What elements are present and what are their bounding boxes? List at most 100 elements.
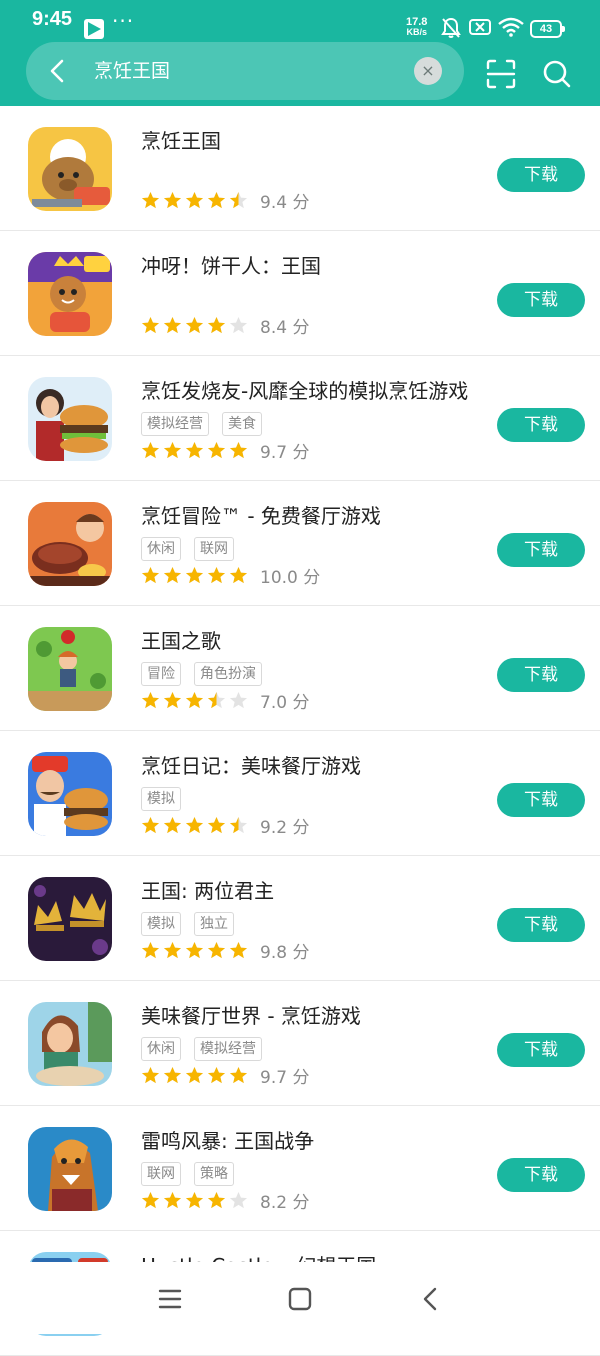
app-list-item[interactable]: 烹饪发烧友-风靡全球的模拟烹饪游戏 模拟经营 美食 9.7 分 下载 <box>0 356 600 481</box>
star-full-icon <box>185 816 204 834</box>
app-tags: 模拟 <box>141 787 181 811</box>
net-speed-unit: KB/s <box>406 27 427 37</box>
download-button[interactable]: 下载 <box>497 283 585 317</box>
download-button[interactable]: 下载 <box>497 783 585 817</box>
app-score: 9.2 分 <box>260 818 310 838</box>
app-list-item[interactable]: 美味餐厅世界 - 烹饪游戏 休闲 模拟经营 9.7 分 下载 <box>0 981 600 1106</box>
app-icon-cooking-adventure[interactable] <box>28 502 112 586</box>
star-full-icon <box>207 566 226 584</box>
app-title[interactable]: 王国之歌 <box>141 625 221 654</box>
app-title[interactable]: 烹饪日记：美味餐厅游戏 <box>141 750 361 779</box>
app-score: 10.0 分 <box>260 568 321 588</box>
back-icon[interactable] <box>46 58 70 84</box>
star-full-icon <box>229 441 248 459</box>
app-list-item[interactable]: 冲呀！饼干人：王国 8.4 分 下载 <box>0 231 600 356</box>
app-tag: 休闲 <box>141 537 181 561</box>
download-button[interactable]: 下载 <box>497 908 585 942</box>
star-full-icon <box>141 441 160 459</box>
star-full-icon <box>207 441 226 459</box>
star-rating <box>141 191 248 210</box>
star-empty-icon <box>229 691 248 709</box>
download-button[interactable]: 下载 <box>497 1158 585 1192</box>
star-empty-icon <box>229 1191 248 1209</box>
app-tag: 休闲 <box>141 1037 181 1061</box>
download-button[interactable]: 下载 <box>497 408 585 442</box>
star-full-icon <box>229 941 248 959</box>
app-list-item[interactable]: 烹饪日记：美味餐厅游戏 模拟 9.2 分 下载 <box>0 731 600 856</box>
download-button[interactable]: 下载 <box>497 1033 585 1067</box>
star-full-icon <box>163 1066 182 1084</box>
app-icon-cookie-run-kingdom[interactable] <box>28 252 112 336</box>
home-icon[interactable] <box>287 1286 313 1312</box>
app-list-item[interactable]: 王国之歌 冒险 角色扮演 7.0 分 下载 <box>0 606 600 731</box>
search-bar[interactable]: 烹饪王国 × <box>26 42 464 100</box>
star-full-icon <box>185 566 204 584</box>
star-full-icon <box>207 191 226 209</box>
app-tags: 模拟经营 美食 <box>141 412 262 436</box>
app-rating: 9.7 分 <box>141 1063 309 1088</box>
star-rating <box>141 1066 248 1085</box>
star-full-icon <box>185 191 204 209</box>
app-icon-kingdom-two-crowns[interactable] <box>28 877 112 961</box>
app-rating: 10.0 分 <box>141 563 320 588</box>
app-icon-kingdom-song[interactable] <box>28 627 112 711</box>
app-rating: 7.0 分 <box>141 688 309 713</box>
app-score: 9.8 分 <box>260 943 310 963</box>
back-nav-icon[interactable] <box>418 1286 444 1312</box>
app-title[interactable]: 美味餐厅世界 - 烹饪游戏 <box>141 1000 361 1029</box>
app-title[interactable]: 雷鸣风暴: 王国战争 <box>141 1125 314 1154</box>
app-icon-thunderstorm-kingdom[interactable] <box>28 1127 112 1211</box>
star-full-icon <box>185 316 204 334</box>
app-score: 9.7 分 <box>260 1068 310 1088</box>
star-full-icon <box>207 316 226 334</box>
star-full-icon <box>141 941 160 959</box>
menu-icon[interactable] <box>157 1286 183 1312</box>
scan-icon[interactable] <box>486 59 516 89</box>
star-full-icon <box>163 691 182 709</box>
star-full-icon <box>207 816 226 834</box>
app-list-item[interactable]: 烹饪王国 9.4 分 下载 <box>0 106 600 231</box>
app-title[interactable]: 烹饪冒险™ - 免费餐厅游戏 <box>141 500 381 529</box>
app-score: 7.0 分 <box>260 693 310 713</box>
star-full-icon <box>163 191 182 209</box>
app-score: 8.4 分 <box>260 318 310 338</box>
download-button[interactable]: 下载 <box>497 533 585 567</box>
star-full-icon <box>141 191 160 209</box>
app-rating: 9.4 分 <box>141 188 309 213</box>
app-tag: 模拟经营 <box>194 1037 262 1061</box>
app-list-item[interactable]: 烹饪冒险™ - 免费餐厅游戏 休闲 联网 10.0 分 下载 <box>0 481 600 606</box>
mute-icon <box>441 17 461 38</box>
star-full-icon <box>185 1191 204 1209</box>
star-full-icon <box>185 1066 204 1084</box>
app-title[interactable]: 王国: 两位君主 <box>141 875 274 904</box>
star-full-icon <box>185 691 204 709</box>
app-icon-cooking-fever[interactable] <box>28 377 112 461</box>
star-full-icon <box>163 1191 182 1209</box>
app-tag: 独立 <box>194 912 234 936</box>
app-icon-cooking-diary[interactable] <box>28 752 112 836</box>
wifi-icon <box>498 17 524 37</box>
app-list-item[interactable]: 雷鸣风暴: 王国战争 联网 策略 8.2 分 下载 <box>0 1106 600 1231</box>
app-tag: 联网 <box>141 1162 181 1186</box>
search-icon[interactable] <box>542 59 572 89</box>
status-bar: 9:45 ··· 17.8 KB/s 43 <box>0 0 600 40</box>
star-full-icon <box>229 1066 248 1084</box>
app-list-item[interactable]: 王国: 两位君主 模拟 独立 9.8 分 下载 <box>0 856 600 981</box>
search-input[interactable]: 烹饪王国 <box>94 58 170 84</box>
app-icon-cooking-kingdom[interactable] <box>28 127 112 211</box>
clear-search-button[interactable]: × <box>414 57 442 85</box>
app-title[interactable]: 冲呀！饼干人：王国 <box>141 250 321 279</box>
app-rating: 9.8 分 <box>141 938 309 963</box>
star-half-icon <box>207 691 226 709</box>
app-rating: 8.2 分 <box>141 1188 309 1213</box>
download-button[interactable]: 下载 <box>497 658 585 692</box>
star-full-icon <box>163 816 182 834</box>
star-full-icon <box>207 941 226 959</box>
app-tags: 联网 策略 <box>141 1162 234 1186</box>
app-title[interactable]: 烹饪发烧友-风靡全球的模拟烹饪游戏 <box>141 375 468 404</box>
star-full-icon <box>229 566 248 584</box>
download-button[interactable]: 下载 <box>497 158 585 192</box>
app-icon-cooking-world[interactable] <box>28 1002 112 1086</box>
star-rating <box>141 316 248 335</box>
app-title[interactable]: 烹饪王国 <box>141 125 221 154</box>
